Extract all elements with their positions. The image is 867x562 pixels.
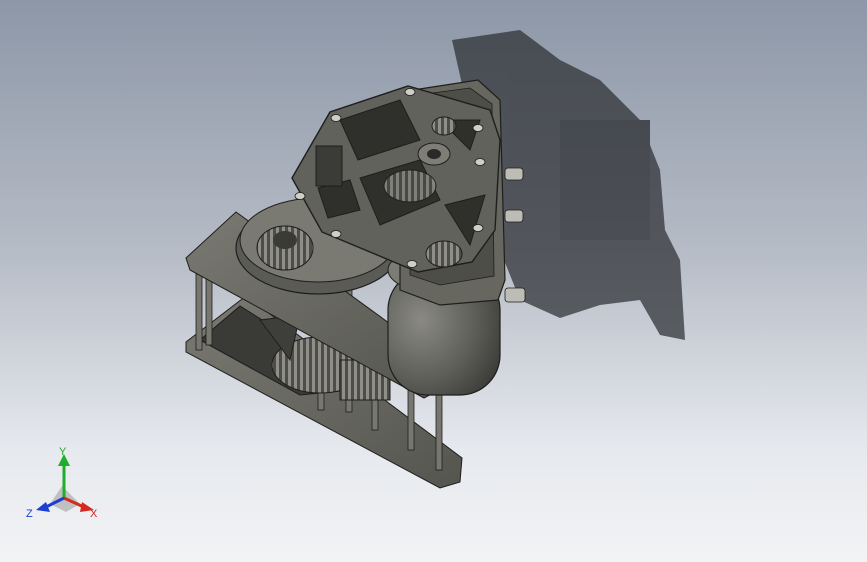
graphics-viewport[interactable]: Y X Z [0,0,867,562]
z-axis-label: Z [26,508,33,520]
y-axis-label: Y [59,446,67,458]
orientation-triad[interactable]: Y X Z [24,446,108,522]
cad-model-view[interactable] [0,0,867,562]
x-axis-label: X [90,508,98,520]
z-arrow-icon [36,502,50,512]
